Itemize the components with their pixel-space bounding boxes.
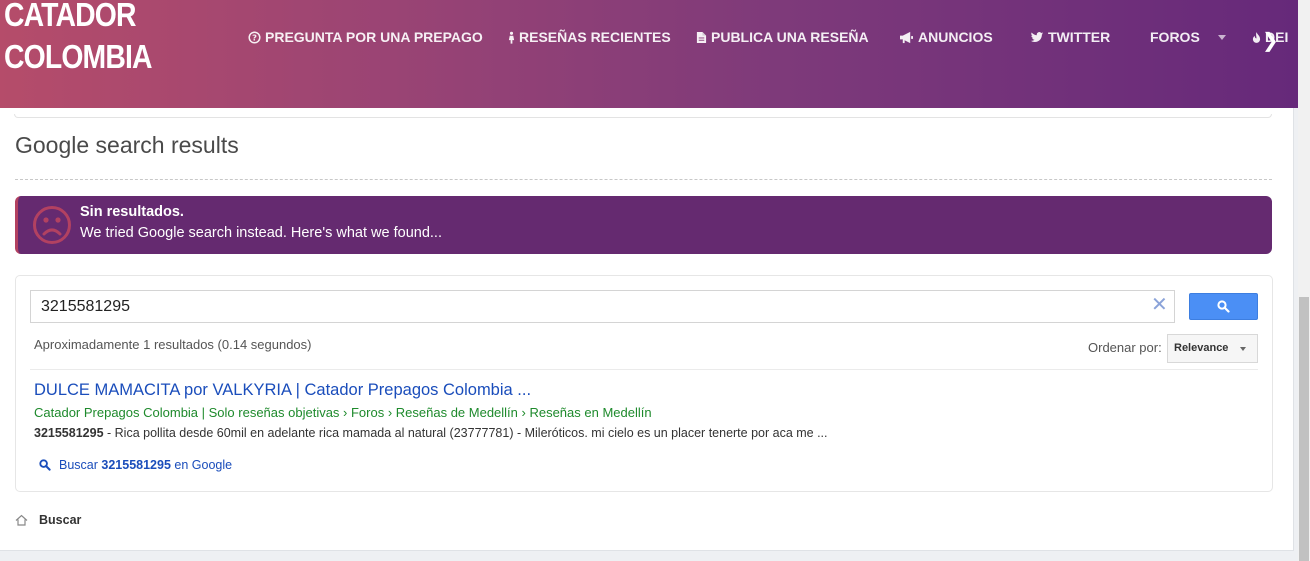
flame-icon (1252, 31, 1261, 43)
nav-item-label: RESEÑAS RECIENTES (519, 29, 671, 45)
results-divider (30, 369, 1258, 370)
google-link-text: Buscar 3215581295 en Google (59, 458, 232, 472)
question-circle-icon: ? (248, 30, 261, 44)
clear-search-icon[interactable]: ✕ (1151, 294, 1168, 316)
nav-item-anuncios[interactable]: ANUNCIOS (899, 29, 993, 45)
chevron-down-icon (1217, 34, 1226, 40)
nav-item-pregunta[interactable]: ? PREGUNTA POR UNA PREPAGO (248, 29, 483, 45)
alert-title: Sin resultados. (80, 204, 184, 220)
nav-item-label: TWITTER (1048, 29, 1111, 45)
search-button[interactable] (1189, 293, 1258, 320)
nav-item-label: PUBLICA UNA RESEÑA (711, 29, 869, 45)
search-icon (1217, 300, 1230, 313)
previous-block-edge (14, 114, 1272, 118)
order-by-label: Ordenar por: (1088, 340, 1162, 355)
google-link-suffix: en Google (170, 458, 233, 472)
no-results-alert: Sin resultados. We tried Google search i… (15, 196, 1272, 254)
result-breadcrumb: Catador Prepagos Colombia | Solo reseñas… (34, 405, 652, 420)
svg-text:?: ? (252, 32, 257, 42)
logo-line-1: CATADOR (4, 0, 137, 33)
twitter-icon (1030, 31, 1044, 42)
snippet-highlight: 3215581295 (34, 426, 104, 440)
female-figure-icon (508, 31, 515, 44)
site-header: CATADOR COLOMBIA ? PREGUNTA POR UNA PREP… (0, 0, 1298, 108)
nav-item-publica-resena[interactable]: PUBLICA UNA RESEÑA (696, 29, 869, 45)
snippet-text: - Rica pollita desde 60mil en adelante r… (103, 426, 828, 440)
breadcrumb: Buscar (15, 513, 81, 527)
nav-scroll-right-icon[interactable]: ❯ (1262, 28, 1279, 53)
order-by-select[interactable]: Relevance (1167, 334, 1258, 363)
search-icon (39, 459, 51, 471)
page-title: Google search results (15, 132, 239, 158)
google-link-prefix: Buscar (59, 458, 102, 472)
megaphone-icon (900, 31, 913, 43)
nav-item-label: ANUNCIOS (918, 29, 993, 45)
nav-item-resenas-recientes[interactable]: RESEÑAS RECIENTES (508, 29, 671, 45)
order-by-value: Relevance (1174, 342, 1229, 354)
nav-item-foros[interactable]: FOROS (1150, 29, 1226, 45)
title-divider (15, 179, 1272, 180)
sad-face-icon (33, 206, 71, 244)
document-icon (696, 31, 707, 43)
result-count: Aproximadamente 1 resultados (0.14 segun… (34, 337, 312, 352)
nav-item-twitter[interactable]: TWITTER (1030, 29, 1110, 45)
alert-message: We tried Google search instead. Here's w… (80, 225, 442, 241)
nav-item-label: PREGUNTA POR UNA PREPAGO (265, 29, 483, 45)
logo-line-2: COLOMBIA (4, 38, 152, 75)
chevron-down-icon (1240, 347, 1246, 351)
site-logo[interactable]: CATADOR COLOMBIA (4, 0, 152, 78)
google-link-query: 3215581295 (101, 458, 171, 472)
home-icon[interactable] (15, 514, 28, 526)
result-title-link[interactable]: DULCE MAMACITA por VALKYRIA | Catador Pr… (34, 381, 531, 400)
search-input[interactable] (30, 290, 1175, 323)
breadcrumb-current[interactable]: Buscar (39, 513, 81, 527)
result-snippet: 3215581295 - Rica pollita desde 60mil en… (34, 426, 828, 440)
nav-item-label: FOROS (1150, 29, 1200, 45)
scrollbar-thumb[interactable] (1299, 297, 1309, 561)
search-on-google-link[interactable]: Buscar 3215581295 en Google (39, 458, 232, 472)
